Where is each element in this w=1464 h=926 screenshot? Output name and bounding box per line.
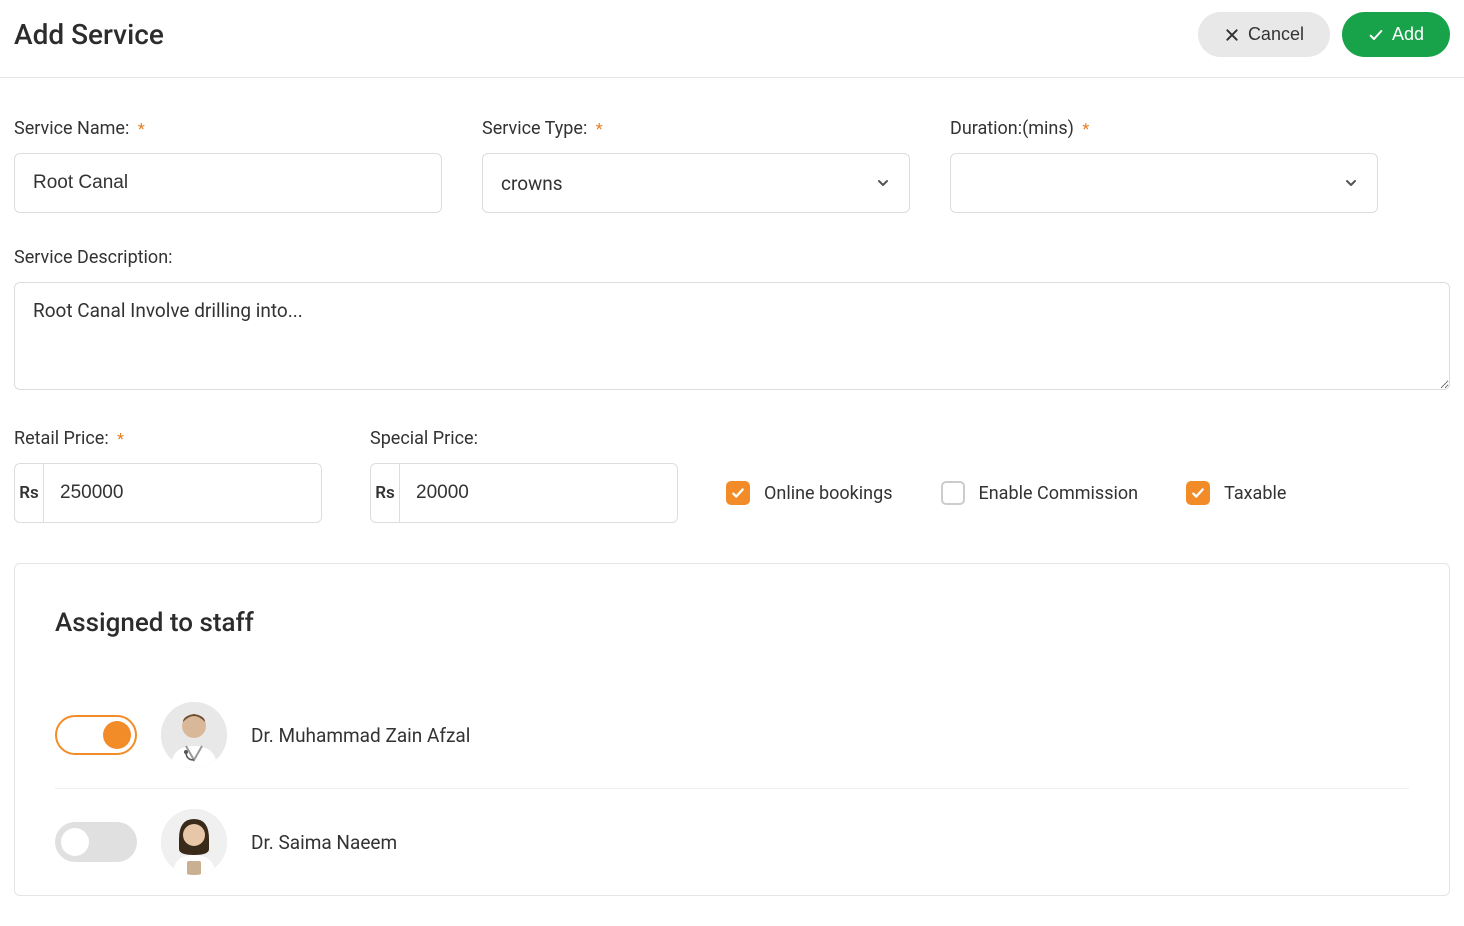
currency-prefix: Rs: [371, 464, 400, 522]
staff-row: Dr. Saima Naeem: [55, 789, 1409, 895]
female-doctor-icon: [161, 809, 227, 875]
page-title: Add Service: [14, 18, 164, 51]
service-name-label: Service Name: *: [14, 118, 442, 139]
field-retail-price: Retail Price: * Rs: [14, 428, 322, 523]
duration-select[interactable]: [950, 153, 1378, 213]
staff-panel: Assigned to staff Dr. Muhammad Zain Afza…: [14, 563, 1450, 896]
field-duration: Duration:(mins) *: [950, 118, 1378, 213]
special-price-input-wrap: Rs: [370, 463, 678, 523]
online-bookings-label: Online bookings: [764, 483, 893, 504]
description-label: Service Description:: [14, 247, 1450, 268]
field-description: Service Description:: [14, 247, 1450, 394]
service-type-label: Service Type: *: [482, 118, 910, 139]
toggle-knob: [103, 721, 131, 749]
chevron-down-icon: [875, 175, 891, 191]
staff-toggle[interactable]: [55, 715, 137, 755]
check-taxable: Taxable: [1186, 481, 1286, 505]
retail-price-label: Retail Price: *: [14, 428, 322, 449]
taxable-label: Taxable: [1224, 483, 1286, 504]
taxable-checkbox[interactable]: [1186, 481, 1210, 505]
staff-name: Dr. Muhammad Zain Afzal: [251, 724, 470, 747]
toggle-knob: [61, 828, 89, 856]
page-header: Add Service Cancel Add: [0, 0, 1464, 78]
add-button[interactable]: Add: [1342, 12, 1450, 57]
field-service-type: Service Type: * crowns: [482, 118, 910, 213]
required-marker: *: [138, 119, 145, 138]
special-price-input[interactable]: [400, 464, 677, 522]
chevron-down-icon: [1343, 175, 1359, 191]
cancel-button-label: Cancel: [1248, 24, 1304, 45]
male-doctor-icon: [161, 702, 227, 768]
check-online-bookings: Online bookings: [726, 481, 893, 505]
form-area: Service Name: * Service Type: * crowns D…: [0, 78, 1464, 926]
check-enable-commission: Enable Commission: [941, 481, 1139, 505]
service-type-value: crowns: [501, 172, 563, 195]
enable-commission-label: Enable Commission: [979, 483, 1139, 504]
currency-prefix: Rs: [15, 464, 44, 522]
avatar: [161, 809, 227, 875]
check-icon: [731, 486, 745, 500]
staff-toggle[interactable]: [55, 822, 137, 862]
required-marker: *: [596, 119, 603, 138]
enable-commission-checkbox[interactable]: [941, 481, 965, 505]
field-service-name: Service Name: *: [14, 118, 442, 213]
check-icon: [1191, 486, 1205, 500]
form-row-price: Retail Price: * Rs Special Price: Rs: [14, 428, 1450, 523]
check-icon: [1368, 27, 1384, 43]
header-buttons: Cancel Add: [1198, 12, 1450, 57]
required-marker: *: [1082, 119, 1089, 138]
service-name-input[interactable]: [14, 153, 442, 213]
retail-price-input[interactable]: [44, 464, 321, 522]
field-special-price: Special Price: Rs: [370, 428, 678, 523]
service-type-select[interactable]: crowns: [482, 153, 910, 213]
required-marker: *: [117, 429, 124, 448]
close-icon: [1224, 27, 1240, 43]
cancel-button[interactable]: Cancel: [1198, 12, 1330, 57]
staff-row: Dr. Muhammad Zain Afzal: [55, 682, 1409, 789]
checkbox-row: Online bookings Enable Commission Taxabl…: [726, 463, 1450, 523]
special-price-label: Special Price:: [370, 428, 678, 449]
staff-heading: Assigned to staff: [55, 608, 1409, 638]
retail-price-input-wrap: Rs: [14, 463, 322, 523]
online-bookings-checkbox[interactable]: [726, 481, 750, 505]
add-button-label: Add: [1392, 24, 1424, 45]
duration-label: Duration:(mins) *: [950, 118, 1378, 139]
description-textarea[interactable]: [14, 282, 1450, 390]
avatar: [161, 702, 227, 768]
staff-name: Dr. Saima Naeem: [251, 831, 397, 854]
form-row-top: Service Name: * Service Type: * crowns D…: [14, 118, 1450, 213]
